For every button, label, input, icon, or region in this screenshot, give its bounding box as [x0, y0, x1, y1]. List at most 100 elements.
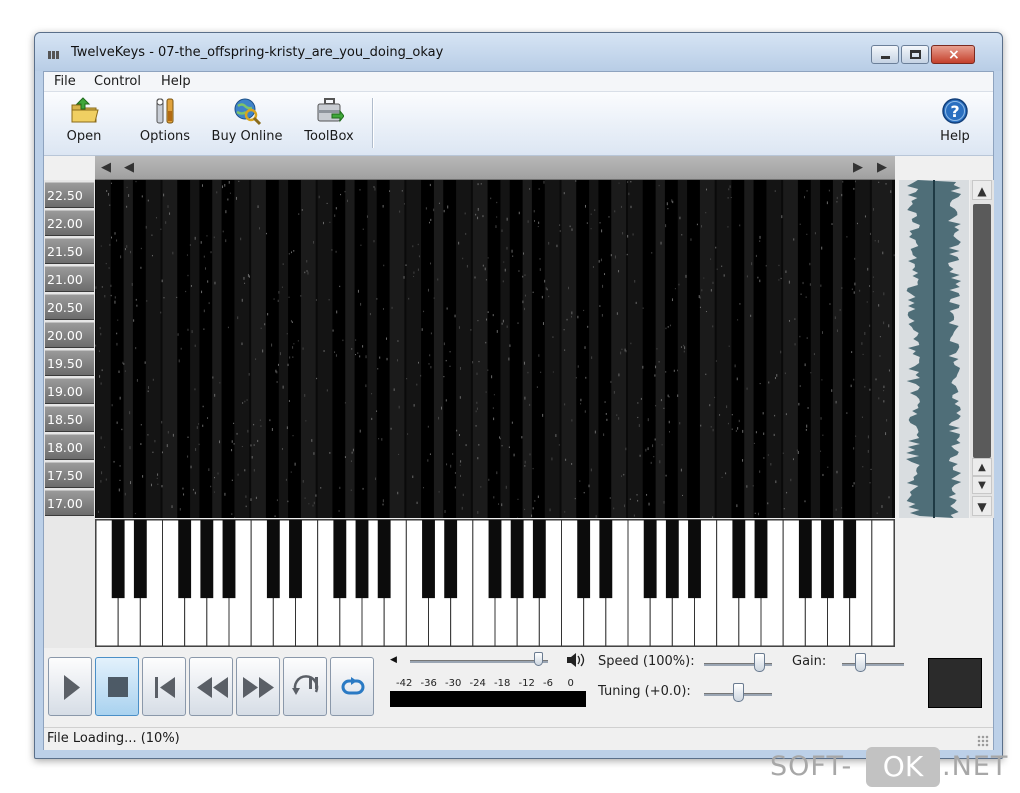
black-key[interactable] — [289, 520, 302, 599]
black-key[interactable] — [222, 520, 236, 599]
black-key[interactable] — [133, 520, 147, 599]
options-button[interactable]: Options — [136, 96, 194, 150]
scroll-left-icon[interactable]: ◀ — [124, 160, 134, 175]
help-button[interactable]: ? Help — [935, 96, 975, 150]
black-key[interactable] — [532, 520, 546, 599]
piano-keyboard[interactable] — [95, 519, 895, 647]
zoom-down-button[interactable]: ▼ — [972, 476, 992, 494]
black-key[interactable] — [200, 520, 214, 599]
piano-left-pad — [44, 518, 95, 648]
tuning-slider[interactable] — [732, 683, 744, 702]
loop-pause-button[interactable] — [283, 657, 327, 716]
spectrogram-speck — [774, 414, 776, 417]
spectrogram-speck — [636, 494, 638, 496]
black-key[interactable] — [665, 520, 679, 599]
spectrogram-view[interactable] — [95, 180, 895, 520]
toolbox-icon — [317, 98, 344, 123]
skip-to-start-button[interactable] — [142, 657, 186, 716]
maximize-button[interactable] — [901, 45, 929, 64]
zoom-up-button[interactable]: ▲ — [972, 458, 992, 476]
gain-track[interactable] — [842, 663, 904, 666]
spectrogram-speck — [264, 323, 266, 326]
black-key[interactable] — [821, 520, 834, 599]
toolbox-button[interactable]: ToolBox — [299, 96, 359, 150]
black-key[interactable] — [422, 520, 435, 599]
spectrogram-speck — [418, 361, 420, 364]
spectrogram-speck — [841, 193, 843, 197]
black-key[interactable] — [178, 520, 192, 599]
black-key[interactable] — [266, 520, 280, 599]
rewind-button[interactable] — [189, 657, 233, 716]
black-key[interactable] — [688, 520, 701, 599]
spectrogram-speck — [867, 449, 869, 453]
gain-slider[interactable] — [854, 653, 866, 672]
spectrogram-speck — [233, 422, 235, 425]
menu-file[interactable]: File — [54, 74, 76, 89]
black-key[interactable] — [732, 520, 746, 599]
black-key[interactable] — [510, 520, 524, 599]
fast-forward-button[interactable] — [236, 657, 280, 716]
menu-help[interactable]: Help — [161, 74, 191, 89]
spectrogram-speck — [118, 370, 120, 373]
spectrogram-speck — [304, 394, 306, 397]
black-key[interactable] — [798, 520, 812, 599]
spectrogram-speck — [134, 513, 136, 515]
spectrogram-speck — [104, 446, 106, 448]
spectrogram-speck — [548, 241, 550, 245]
spectrogram-speck — [503, 261, 505, 263]
menu-control[interactable]: Control — [94, 74, 141, 89]
tools-icon — [156, 98, 174, 124]
scroll-right-end-icon[interactable]: ▶ — [877, 160, 887, 175]
buy-online-button[interactable]: Buy Online — [208, 96, 286, 150]
spectrogram-speck — [195, 448, 197, 451]
vertical-scroll-thumb[interactable] — [973, 204, 991, 458]
scroll-down-button[interactable]: ▼ — [972, 496, 992, 516]
spectrogram-speck — [452, 453, 454, 455]
spectrogram-speck — [671, 199, 673, 203]
minimize-button[interactable] — [871, 45, 899, 64]
waveform-overview[interactable] — [899, 180, 969, 518]
black-key[interactable] — [643, 520, 657, 599]
spectrogram-speck — [413, 404, 415, 407]
white-key[interactable] — [871, 519, 895, 647]
scroll-right-icon[interactable]: ▶ — [853, 160, 863, 175]
spectrogram-speck — [746, 275, 748, 278]
volume-slider[interactable] — [533, 652, 543, 666]
stop-button[interactable] — [95, 657, 139, 716]
black-key[interactable] — [444, 520, 458, 599]
vertical-scrollbar[interactable]: ▲ ▲ ▼ ▼ — [970, 180, 994, 518]
spectrogram-speck — [861, 342, 863, 345]
spectrogram-speck — [839, 309, 841, 311]
spectrogram-speck — [241, 298, 243, 302]
black-key[interactable] — [111, 520, 125, 599]
black-key[interactable] — [355, 520, 369, 599]
close-button[interactable]: × — [931, 45, 975, 64]
scroll-up-button[interactable]: ▲ — [972, 180, 992, 200]
open-button[interactable]: Open — [60, 96, 108, 150]
spectrogram-speck — [161, 279, 163, 283]
black-key[interactable] — [754, 520, 768, 599]
spectrogram-speck — [245, 495, 247, 498]
black-key[interactable] — [333, 520, 347, 599]
spectrogram-speck — [836, 329, 838, 333]
spectrogram-speck — [826, 201, 828, 205]
spectrogram-speck — [681, 234, 683, 236]
title-bar[interactable]: TwelveKeys - 07-the_offspring-kristy_are… — [35, 33, 1002, 71]
black-key[interactable] — [488, 520, 502, 599]
horizontal-scrollbar[interactable]: ◀ ◀ ▶ ▶ — [95, 156, 895, 180]
spectrogram-speck — [110, 294, 112, 297]
black-key[interactable] — [599, 520, 613, 599]
speed-slider[interactable] — [754, 653, 766, 672]
black-key[interactable] — [843, 520, 857, 599]
scroll-left-end-icon[interactable]: ◀ — [101, 160, 111, 175]
repeat-button[interactable] — [330, 657, 374, 716]
spectrogram-speck — [135, 180, 137, 183]
black-key[interactable] — [377, 520, 391, 599]
volume-track[interactable] — [410, 660, 548, 663]
spectrogram-speck — [290, 471, 292, 473]
play-button[interactable] — [48, 657, 92, 716]
spectrogram-speck — [485, 391, 487, 393]
spectrogram-speck — [437, 278, 439, 281]
spectrogram-speck — [449, 351, 451, 353]
black-key[interactable] — [577, 520, 591, 599]
